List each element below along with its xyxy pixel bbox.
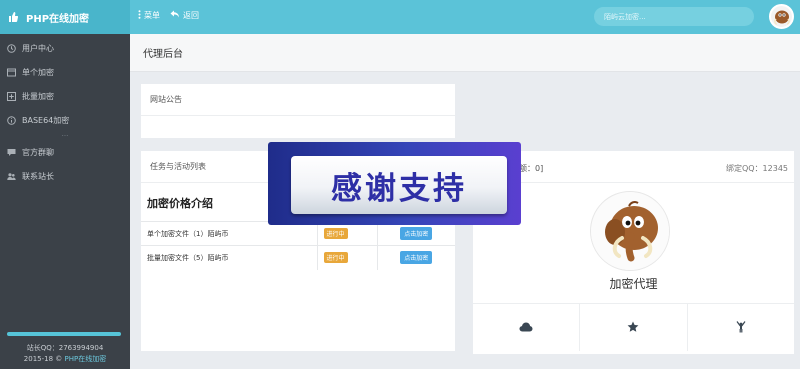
agent-avatar [590, 191, 670, 271]
agent-actions [473, 303, 794, 351]
agent-panel: 余额：0] 绑定QQ：12345 加密代理 [473, 151, 794, 354]
cloud-icon [519, 322, 533, 334]
agent-name: 加密代理 [609, 277, 658, 291]
back-arrow-icon [170, 10, 180, 21]
copyright-text: 2015-18 © [23, 355, 63, 363]
sidebar-item-label: 官方群聊 [22, 147, 54, 157]
chat-icon [7, 148, 16, 157]
menu-button[interactable]: 菜单 [138, 10, 160, 21]
copyright-link[interactable]: PHP在线加密 [65, 355, 107, 363]
back-label: 返回 [183, 11, 199, 20]
brand[interactable]: PHP在线加密 [0, 0, 130, 34]
user-group-icon [7, 172, 16, 181]
clock-icon [7, 43, 16, 53]
encrypt-button[interactable]: 点击加密 [400, 227, 433, 240]
thanks-banner: 感谢支持 [268, 142, 521, 225]
info-icon [7, 115, 16, 125]
mammoth-mascot-icon [591, 192, 669, 270]
back-button[interactable]: 返回 [170, 10, 199, 21]
person-raised-arms-icon [736, 320, 746, 335]
sidebar-item-base64-encrypt[interactable]: BASE64加密 [0, 108, 130, 132]
plus-square-icon [7, 91, 16, 101]
sidebar-item-single-encrypt[interactable]: 单个加密 [0, 60, 130, 84]
breadcrumb-bar: 代理后台 [130, 34, 800, 72]
admin-qq: 站长QQ：2763994904 [26, 344, 104, 352]
sidebar-item-label: 联系站长 [22, 171, 54, 181]
status-badge: 进行中 [323, 228, 348, 239]
pricing-item-name: 批量加密文件（5）陌屿币 [141, 245, 317, 270]
cloud-button[interactable] [473, 304, 579, 351]
menu-label: 菜单 [144, 11, 160, 20]
search-input[interactable] [594, 7, 754, 26]
sidebar-accent-bar [7, 332, 121, 336]
agent-header: 余额：0] 绑定QQ：12345 [473, 151, 794, 183]
top-nav: 菜单 返回 [138, 10, 199, 21]
pricing-item-name: 单个加密文件（1）陌屿币 [141, 221, 317, 246]
user-avatar[interactable] [769, 4, 794, 29]
copyright: 2015-18 © PHP在线加密 [0, 354, 130, 364]
sidebar-item-label: 批量加密 [22, 91, 54, 101]
sidebar-item-official-group[interactable]: 官方群聊 [0, 140, 130, 164]
person-button[interactable] [686, 304, 794, 351]
sidebar-item-label: 用户中心 [22, 43, 54, 53]
bound-qq-text: 绑定QQ：12345 [725, 164, 788, 173]
sidebar-item-label: 单个加密 [22, 67, 54, 77]
star-button[interactable] [579, 304, 686, 351]
sidebar-item-contact-admin[interactable]: 联系站长 [0, 164, 130, 188]
thanks-banner-text: 感谢支持 [331, 170, 467, 207]
status-badge: 进行中 [323, 252, 348, 264]
thumbs-up-icon [8, 12, 18, 22]
star-icon [627, 321, 639, 335]
pricing-table: 单个加密文件（1）陌屿币 进行中 点击加密 批量加密文件（5）陌屿币 进行中 点… [141, 221, 455, 270]
action-cell: 点击加密 [376, 221, 455, 246]
encrypt-button[interactable]: 点击加密 [400, 251, 433, 265]
sidebar-item-batch-encrypt[interactable]: 批量加密 [0, 84, 130, 108]
sidebar-item-label: BASE64加密 [22, 115, 70, 125]
brand-name: PHP在线加密 [26, 13, 90, 25]
notice-panel: 网站公告 [141, 84, 455, 138]
status-cell: 进行中 [316, 221, 377, 246]
action-cell: 点击加密 [376, 245, 455, 270]
vertical-dots-icon [138, 10, 141, 21]
page-title: 代理后台 [143, 49, 183, 60]
table-row: 批量加密文件（5）陌屿币 进行中 点击加密 [141, 245, 455, 270]
top-bar: PHP在线加密 菜单 返回 [0, 0, 800, 34]
table-row: 单个加密文件（1）陌屿币 进行中 点击加密 [141, 221, 455, 246]
sidebar: 用户中心 单个加密 批量加密 BASE64加密 ··· 官方群聊 联系站长 站长… [0, 34, 130, 369]
window-icon [7, 68, 16, 77]
sidebar-separator: ··· [61, 132, 69, 140]
sidebar-item-user-center[interactable]: 用户中心 [0, 36, 130, 60]
thanks-banner-plate: 感谢支持 [291, 156, 507, 214]
status-cell: 进行中 [316, 245, 377, 270]
notice-title: 网站公告 [141, 84, 455, 116]
